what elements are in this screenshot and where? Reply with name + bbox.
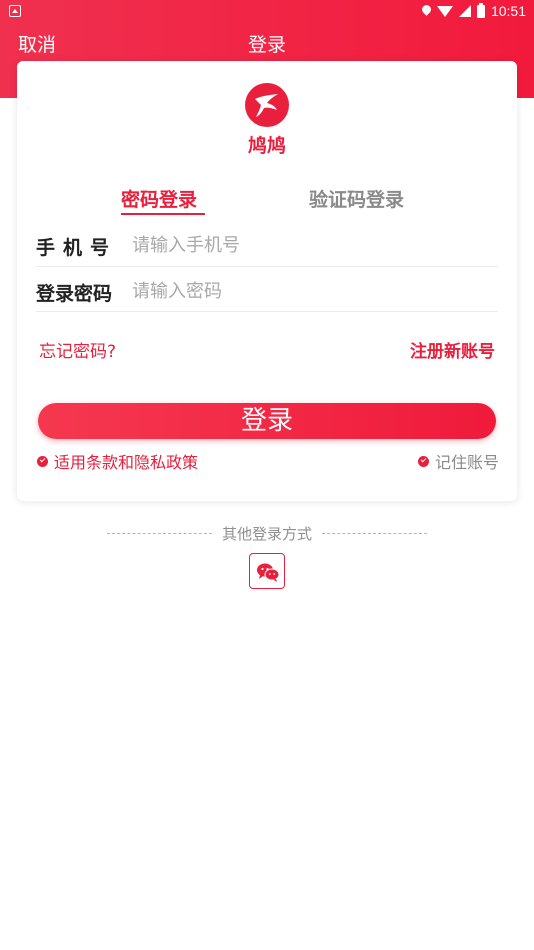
password-input[interactable] (132, 276, 497, 306)
password-label: 登录密码 (36, 283, 113, 305)
remember-label: 记住账号 (434, 453, 499, 472)
status-icons: 10:51 (422, 2, 526, 19)
phone-input[interactable] (132, 230, 497, 260)
signal-icon (458, 5, 471, 17)
wechat-login-button[interactable] (249, 553, 285, 589)
remember-account-checkbox[interactable]: 记住账号 (417, 449, 499, 473)
brand-name: 鸠鸠 (247, 135, 286, 157)
divider (36, 311, 498, 312)
notification-icon (9, 5, 21, 17)
register-link[interactable]: 注册新账号 (410, 337, 495, 362)
other-login-title: 其他登录方式 (221, 525, 312, 543)
wifi-icon (436, 5, 453, 17)
check-icon (417, 455, 429, 467)
terms-label[interactable]: 适用条款和隐私政策 (54, 449, 198, 473)
forgot-password-link[interactable]: 忘记密码? (39, 337, 116, 362)
dashed-line (106, 533, 212, 534)
active-tab-indicator (121, 213, 205, 215)
page-title: 登录 (247, 34, 286, 56)
phone-label: 手机号 (36, 237, 118, 259)
wechat-icon (257, 563, 280, 582)
divider (36, 266, 498, 267)
dashed-line (322, 533, 427, 534)
battery-icon (476, 2, 485, 18)
status-time: 10:51 (490, 3, 526, 19)
swallow-logo-icon (245, 83, 289, 127)
location-icon (422, 5, 431, 17)
other-login-divider: 其他登录方式 (0, 523, 534, 544)
cancel-button[interactable]: 取消 (18, 30, 56, 57)
login-button[interactable]: 登录 (38, 403, 496, 439)
tab-password-login[interactable]: 密码登录 (121, 185, 197, 212)
terms-checkbox[interactable]: 适用条款和隐私政策 (37, 449, 198, 473)
check-icon (37, 455, 48, 467)
tab-sms-login[interactable]: 验证码登录 (309, 185, 404, 212)
status-bar: 10:51 (0, 0, 534, 24)
login-card: 鸠鸠 密码登录 验证码登录 手机号 登录密码 忘记密码? 注册新账号 登录 适用… (17, 61, 517, 501)
